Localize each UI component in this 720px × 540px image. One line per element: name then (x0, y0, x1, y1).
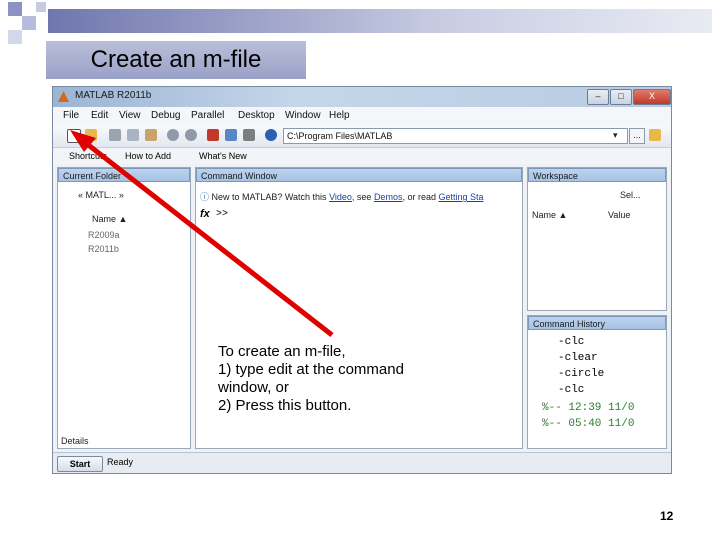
decor-square-4 (36, 2, 46, 12)
undo-icon[interactable] (167, 129, 179, 141)
folder-item[interactable]: R2009a (88, 230, 120, 240)
annotation-text: To create an m-file, 1) type edit at the… (218, 343, 498, 415)
decor-square-2 (22, 16, 36, 30)
menu-debug[interactable]: Debug (151, 110, 180, 121)
browse-folder-button[interactable]: ... (629, 128, 645, 144)
help-icon[interactable] (265, 129, 277, 141)
video-link[interactable]: Video (329, 192, 352, 202)
menu-view[interactable]: View (119, 110, 141, 121)
slide-title: Create an m-file (90, 46, 262, 73)
path-dropdown-icon[interactable]: ▾ (613, 130, 618, 141)
copy-icon[interactable] (127, 129, 139, 141)
info-icon: ⓘ (200, 192, 212, 202)
demos-link[interactable]: Demos (374, 192, 403, 202)
current-folder-title: Current Folder (63, 171, 122, 181)
workspace-panel: Workspace Sel... Name ▲ Value (527, 167, 667, 311)
cut-icon[interactable] (109, 129, 121, 141)
page-number: 12 (660, 509, 674, 523)
menu-parallel[interactable]: Parallel (191, 110, 224, 121)
folder-nav[interactable]: « MATL... » (78, 190, 124, 200)
workspace-name-column[interactable]: Name ▲ (532, 210, 567, 220)
new-file-icon[interactable] (67, 129, 81, 143)
main-toolbar: C:\Program Files\MATLAB ▾ ... (53, 125, 671, 148)
command-window-info: ⓘ New to MATLAB? Watch this Video, see D… (200, 192, 484, 202)
menu-edit[interactable]: Edit (91, 110, 108, 121)
annotation-line: To create an m-file, (218, 343, 346, 360)
history-entry[interactable]: -clear (558, 352, 598, 364)
window-title: MATLAB R2011b (75, 90, 152, 101)
menu-window[interactable]: Window (285, 110, 321, 121)
workspace-select[interactable]: Sel... (620, 190, 641, 200)
getting-started-link[interactable]: Getting Sta (438, 192, 483, 202)
command-history-panel: Command History -clc -clear -circle -clc… (527, 315, 667, 449)
how-to-add-link[interactable]: How to Add (125, 151, 171, 161)
fx-icon[interactable]: fx (200, 208, 210, 220)
history-session[interactable]: %-- 05:40 11/0 (542, 418, 634, 430)
menu-file[interactable]: File (63, 110, 79, 121)
shortcuts-label[interactable]: Shortcuts (69, 151, 107, 161)
details-pane-label[interactable]: Details (61, 436, 89, 446)
close-button[interactable]: X (633, 89, 671, 105)
command-history-title: Command History (533, 319, 606, 329)
redo-icon[interactable] (185, 129, 197, 141)
decor-square-1 (8, 2, 22, 16)
workspace-value-column[interactable]: Value (608, 210, 630, 220)
command-window-header: Command Window (196, 168, 522, 182)
folder-item[interactable]: R2011b (88, 244, 119, 254)
up-folder-icon[interactable] (649, 129, 661, 141)
menu-bar: File Edit View Debug Parallel Desktop Wi… (53, 107, 671, 125)
whats-new-link[interactable]: What's New (199, 151, 247, 161)
current-folder-header: Current Folder (58, 168, 190, 182)
current-folder-path-input[interactable]: C:\Program Files\MATLAB (283, 128, 628, 144)
minimize-button[interactable]: – (587, 89, 609, 105)
command-prompt[interactable]: >> (216, 209, 228, 220)
simulink-icon[interactable] (207, 129, 219, 141)
command-window-title: Command Window (201, 171, 278, 181)
menu-desktop[interactable]: Desktop (238, 110, 275, 121)
matlab-logo-icon (58, 91, 69, 102)
maximize-button[interactable]: □ (610, 89, 632, 105)
decor-square-3 (8, 30, 22, 44)
shortcuts-bar: Shortcuts How to Add What's New (53, 148, 671, 164)
guide-icon[interactable] (225, 129, 237, 141)
title-stripe (48, 9, 712, 33)
workspace-header: Workspace (528, 168, 666, 182)
annotation-line: 2) Press this button. (218, 397, 352, 414)
command-history-header: Command History (528, 316, 666, 330)
menu-help[interactable]: Help (329, 110, 350, 121)
matlab-titlebar: MATLAB R2011b – □ X (53, 87, 671, 107)
history-session[interactable]: %-- 12:39 11/0 (542, 402, 634, 414)
folder-name-column-header[interactable]: Name ▲ (92, 214, 127, 224)
open-folder-icon[interactable] (85, 129, 97, 141)
history-entry[interactable]: -clc (558, 336, 584, 348)
current-folder-panel: Current Folder « MATL... » Name ▲ R2009a… (57, 167, 191, 449)
workspace-title: Workspace (533, 171, 578, 181)
status-bar: Start Ready (53, 452, 671, 473)
status-text: Ready (107, 457, 134, 467)
history-entry[interactable]: -circle (558, 368, 604, 380)
profiler-icon[interactable] (243, 129, 255, 141)
history-entry[interactable]: -clc (558, 384, 584, 396)
paste-icon[interactable] (145, 129, 157, 141)
annotation-line: window, or (218, 379, 289, 396)
matlab-window: MATLAB R2011b – □ X File Edit View Debug… (52, 86, 672, 474)
annotation-line: 1) type edit at the command (218, 361, 404, 378)
start-button[interactable]: Start (57, 456, 103, 472)
